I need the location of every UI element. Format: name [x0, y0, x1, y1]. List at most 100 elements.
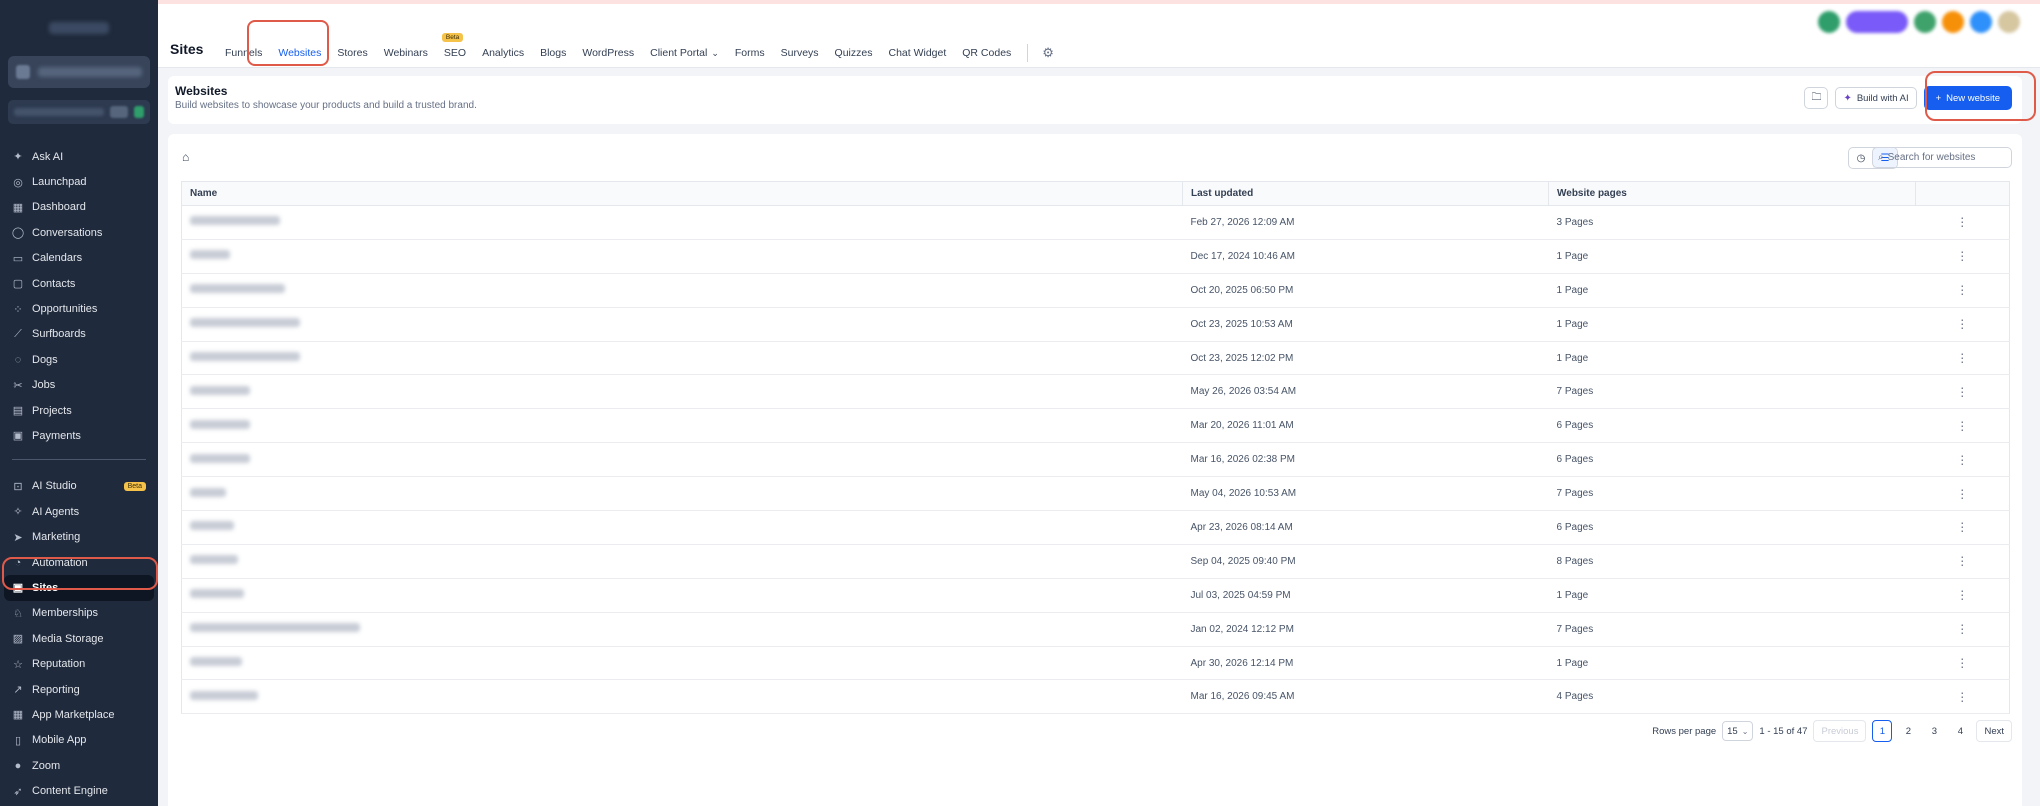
avatar[interactable]: [1998, 11, 2020, 33]
row-menu-icon[interactable]: ⋮: [1915, 374, 2010, 410]
website-name[interactable]: [181, 544, 1183, 579]
website-name[interactable]: [181, 374, 1183, 410]
tab-seo[interactable]: SEO Beta: [436, 33, 474, 59]
website-name[interactable]: [181, 679, 1183, 715]
tab-qr-codes[interactable]: QR Codes: [954, 47, 1019, 59]
row-menu-icon[interactable]: ⋮: [1915, 578, 2010, 613]
sidebar-item-surfboards[interactable]: ⟋ Surfboards: [0, 322, 158, 347]
search-input[interactable]: [1887, 152, 2003, 163]
col-name[interactable]: Name: [181, 181, 1183, 206]
sidebar-item-sites[interactable]: ▣ Sites: [4, 575, 154, 601]
rows-per-page-select[interactable]: 15 ⌄: [1722, 721, 1754, 741]
page-number-2[interactable]: 2: [1898, 720, 1918, 742]
website-name[interactable]: [181, 612, 1183, 647]
page-number-4[interactable]: 4: [1950, 720, 1970, 742]
sidebar-item-marketing[interactable]: ➤ Marketing: [0, 524, 158, 549]
new-website-button[interactable]: + New website: [1923, 86, 2012, 110]
sidebar-item-payments[interactable]: ▣ Payments: [0, 423, 158, 448]
sidebar-item-ask-ai[interactable]: ✦ Ask AI: [0, 144, 158, 169]
tab-forms[interactable]: Forms: [727, 47, 773, 59]
sidebar-item-dashboard[interactable]: ▦ Dashboard: [0, 195, 158, 220]
tab-funnels[interactable]: Funnels: [217, 47, 270, 59]
sidebar-item-ai-studio[interactable]: ⊡ AI Studio Beta: [0, 474, 158, 499]
row-menu-icon[interactable]: ⋮: [1915, 273, 2010, 308]
sidebar-item-dogs[interactable]: ◌ Dogs: [0, 347, 158, 372]
tab-webinars[interactable]: Webinars: [376, 47, 436, 59]
tab-chat-widget[interactable]: Chat Widget: [880, 47, 954, 59]
sidebar-search[interactable]: [8, 100, 150, 124]
table-row[interactable]: Mar 16, 2026 09:45 AM 4 Pages ⋮: [181, 679, 2010, 715]
row-menu-icon[interactable]: ⋮: [1915, 307, 2010, 342]
table-row[interactable]: May 26, 2026 03:54 AM 7 Pages ⋮: [181, 374, 2010, 410]
tab-client-portal[interactable]: Client Portal ⌄: [642, 47, 727, 59]
row-menu-icon[interactable]: ⋮: [1915, 679, 2010, 715]
gear-icon[interactable]: ⚙: [1036, 45, 1060, 61]
tab-quizzes[interactable]: Quizzes: [827, 47, 881, 59]
row-menu-icon[interactable]: ⋮: [1915, 476, 2010, 512]
page-number-3[interactable]: 3: [1924, 720, 1944, 742]
tab-analytics[interactable]: Analytics: [474, 47, 532, 59]
website-name[interactable]: [181, 239, 1183, 274]
table-row[interactable]: Sep 04, 2025 09:40 PM 8 Pages ⋮: [181, 544, 2010, 579]
sidebar-item-ai-agents[interactable]: ✧ AI Agents: [0, 499, 158, 524]
website-name[interactable]: [181, 578, 1183, 613]
table-row[interactable]: Mar 16, 2026 02:38 PM 6 Pages ⋮: [181, 442, 2010, 478]
tab-wordpress[interactable]: WordPress: [574, 47, 642, 59]
website-name[interactable]: [181, 307, 1183, 342]
sidebar-item-jobs[interactable]: ✂ Jobs: [0, 373, 158, 398]
website-name[interactable]: [181, 408, 1183, 444]
sidebar-item-reputation[interactable]: ☆ Reputation: [0, 651, 158, 676]
sidebar-item-content-engine[interactable]: ➶ Content Engine: [0, 778, 158, 803]
table-row[interactable]: Oct 23, 2025 12:02 PM 1 Page ⋮: [181, 341, 2010, 376]
website-name[interactable]: [181, 442, 1183, 478]
sidebar-item-mobile-app[interactable]: ▯ Mobile App: [0, 728, 158, 753]
table-row[interactable]: Jul 03, 2025 04:59 PM 1 Page ⋮: [181, 578, 2010, 613]
home-icon[interactable]: ⌂: [182, 150, 189, 164]
sidebar-item-automation[interactable]: ◔ Automation: [0, 550, 158, 575]
table-row[interactable]: Oct 23, 2025 10:53 AM 1 Page ⋮: [181, 307, 2010, 342]
table-row[interactable]: Apr 30, 2026 12:14 PM 1 Page ⋮: [181, 646, 2010, 681]
col-website-pages[interactable]: Website pages: [1548, 181, 1916, 206]
row-menu-icon[interactable]: ⋮: [1915, 341, 2010, 376]
row-menu-icon[interactable]: ⋮: [1915, 442, 2010, 478]
help-icon[interactable]: [1970, 11, 1992, 33]
tab-blogs[interactable]: Blogs: [532, 47, 574, 59]
import-button[interactable]: 🗀: [1804, 87, 1829, 109]
sidebar-item-media-storage[interactable]: ▨ Media Storage: [0, 626, 158, 651]
row-menu-icon[interactable]: ⋮: [1915, 544, 2010, 579]
next-button[interactable]: Next: [1976, 720, 2012, 742]
table-row[interactable]: May 04, 2026 10:53 AM 7 Pages ⋮: [181, 476, 2010, 512]
sidebar-item-memberships[interactable]: ♘ Memberships: [0, 601, 158, 626]
tab-stores[interactable]: Stores: [329, 47, 375, 59]
sidebar-item-launchpad[interactable]: ◎ Launchpad: [0, 169, 158, 194]
row-menu-icon[interactable]: ⋮: [1915, 205, 2010, 240]
website-name[interactable]: [181, 646, 1183, 681]
table-row[interactable]: Apr 23, 2026 08:14 AM 6 Pages ⋮: [181, 510, 2010, 545]
website-name[interactable]: [181, 476, 1183, 512]
col-last-updated[interactable]: Last updated: [1182, 181, 1549, 206]
row-menu-icon[interactable]: ⋮: [1915, 408, 2010, 444]
sidebar-item-projects[interactable]: ▤ Projects: [0, 398, 158, 423]
sidebar-item-zoom[interactable]: ● Zoom: [0, 753, 158, 778]
table-row[interactable]: Oct 20, 2025 06:50 PM 1 Page ⋮: [181, 273, 2010, 308]
table-row[interactable]: Jan 02, 2024 12:12 PM 7 Pages ⋮: [181, 612, 2010, 647]
phone-icon[interactable]: [1818, 11, 1840, 33]
website-name[interactable]: [181, 341, 1183, 376]
account-switcher[interactable]: [8, 56, 150, 88]
row-menu-icon[interactable]: ⋮: [1915, 239, 2010, 274]
recent-view-button[interactable]: ◷: [1849, 148, 1873, 168]
sidebar-item-opportunities[interactable]: ⁘ Opportunities: [0, 296, 158, 321]
sidebar-item-contacts[interactable]: ▢ Contacts: [0, 271, 158, 296]
megaphone-icon[interactable]: [1914, 11, 1936, 33]
notification-icon[interactable]: [1942, 11, 1964, 33]
previous-button[interactable]: Previous: [1813, 720, 1867, 742]
page-number-1[interactable]: 1: [1872, 720, 1893, 742]
row-menu-icon[interactable]: ⋮: [1915, 612, 2010, 647]
table-row[interactable]: Mar 20, 2026 11:01 AM 6 Pages ⋮: [181, 408, 2010, 444]
tab-surveys[interactable]: Surveys: [773, 47, 827, 59]
row-menu-icon[interactable]: ⋮: [1915, 510, 2010, 545]
sidebar-item-reporting[interactable]: ↗ Reporting: [0, 677, 158, 702]
brand-logo[interactable]: [0, 0, 158, 56]
website-name[interactable]: [181, 510, 1183, 545]
website-name[interactable]: [181, 205, 1183, 240]
